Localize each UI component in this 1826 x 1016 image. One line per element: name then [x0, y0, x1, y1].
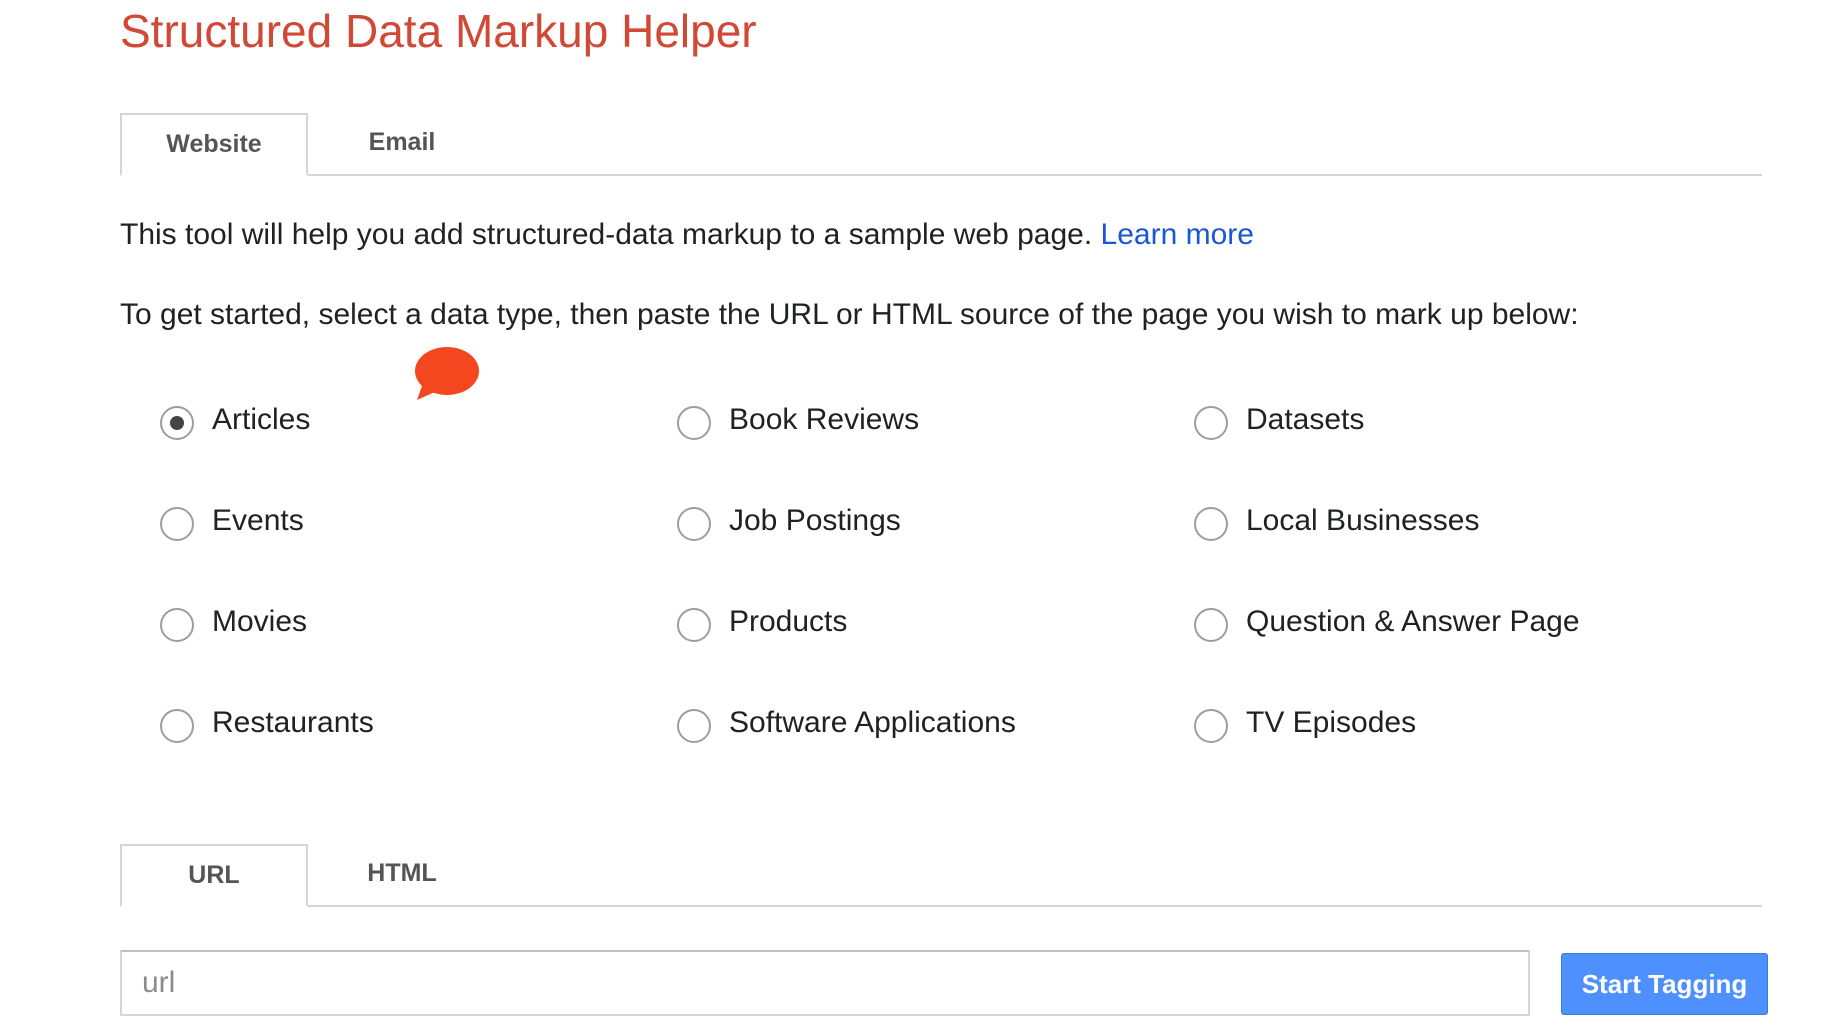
option-label: TV Episodes [1246, 706, 1417, 739]
option-software-applications[interactable]: Software Applications [677, 693, 1194, 753]
tool-description-text: This tool will help you add structured-d… [120, 218, 1093, 251]
option-book-reviews[interactable]: Book Reviews [677, 390, 1194, 450]
option-datasets[interactable]: Datasets [1194, 390, 1711, 450]
option-products[interactable]: Products [677, 592, 1194, 652]
option-events[interactable]: Events [160, 491, 677, 551]
radio-tv-episodes[interactable] [1194, 709, 1228, 743]
speech-bubble-icon [415, 347, 479, 400]
option-local-businesses[interactable]: Local Businesses [1194, 491, 1711, 551]
radio-products[interactable] [677, 608, 711, 642]
option-movies[interactable]: Movies [160, 592, 677, 652]
option-label: Movies [212, 605, 308, 638]
tab-html[interactable]: HTML [308, 844, 496, 905]
option-label: Job Postings [729, 504, 901, 537]
source-tabs: URL HTML [120, 844, 1762, 907]
option-label: Question & Answer Page [1246, 605, 1580, 638]
radio-software-applications[interactable] [677, 709, 711, 743]
radio-job-postings[interactable] [677, 507, 711, 541]
option-label: Software Applications [729, 706, 1016, 739]
radio-question-answer-page[interactable] [1194, 608, 1228, 642]
tab-email[interactable]: Email [308, 113, 496, 174]
option-label: Restaurants [212, 706, 374, 739]
option-question-answer-page[interactable]: Question & Answer Page [1194, 592, 1711, 652]
mode-tabs: Website Email [120, 113, 1762, 176]
radio-restaurants[interactable] [160, 709, 194, 743]
option-restaurants[interactable]: Restaurants [160, 693, 677, 753]
radio-local-businesses[interactable] [1194, 507, 1228, 541]
data-type-options: Articles Book Reviews Datasets Events Jo… [160, 390, 1720, 794]
option-tv-episodes[interactable]: TV Episodes [1194, 693, 1711, 753]
option-label: Events [212, 504, 304, 537]
markup-helper-page: Structured Data Markup Helper Website Em… [120, 0, 1768, 1016]
radio-articles[interactable] [160, 406, 194, 440]
tool-description: This tool will help you add structured-d… [120, 218, 1254, 252]
learn-more-link[interactable]: Learn more [1101, 218, 1254, 251]
page-title: Structured Data Markup Helper [120, 5, 757, 57]
option-label: Book Reviews [729, 403, 920, 436]
url-input[interactable] [120, 950, 1530, 1016]
option-label: Articles [212, 403, 311, 436]
radio-movies[interactable] [160, 608, 194, 642]
option-label: Products [729, 605, 848, 638]
option-job-postings[interactable]: Job Postings [677, 491, 1194, 551]
option-label: Local Businesses [1246, 504, 1480, 537]
tab-url[interactable]: URL [120, 844, 308, 907]
radio-datasets[interactable] [1194, 406, 1228, 440]
start-tagging-button[interactable]: Start Tagging [1561, 953, 1768, 1015]
radio-book-reviews[interactable] [677, 406, 711, 440]
option-label: Datasets [1246, 403, 1365, 436]
tab-website[interactable]: Website [120, 113, 308, 176]
radio-events[interactable] [160, 507, 194, 541]
instructions-text: To get started, select a data type, then… [120, 298, 1579, 331]
